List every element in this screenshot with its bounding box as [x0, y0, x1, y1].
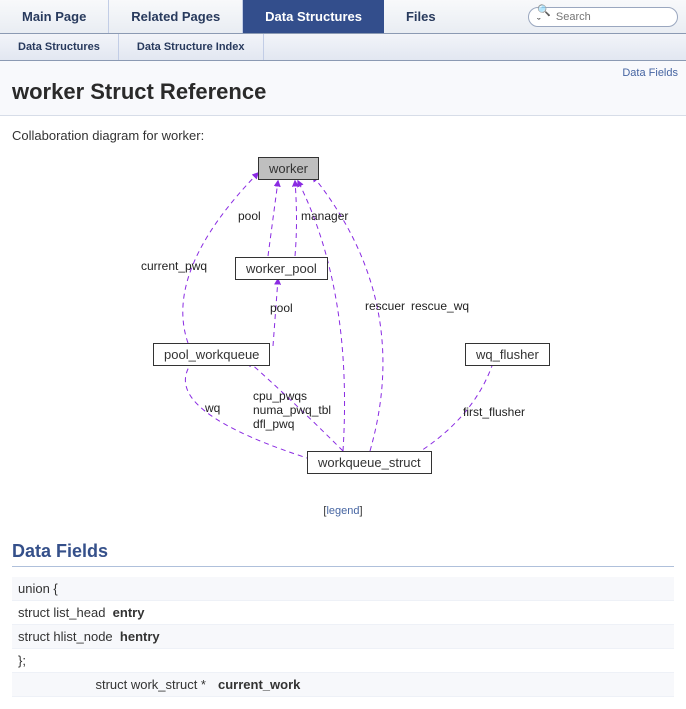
field-name-entry[interactable]: entry	[113, 605, 145, 620]
fields-table: union { struct list_head entry struct hl…	[12, 577, 674, 697]
data-fields-link[interactable]: Data Fields	[622, 67, 678, 79]
field-type: struct hlist_node	[18, 629, 113, 644]
node-pool-workqueue[interactable]: pool_workqueue	[153, 343, 270, 366]
tab-data-structures[interactable]: Data Structures	[243, 0, 384, 33]
subtab-data-structures[interactable]: Data Structures	[0, 34, 119, 60]
field-type: struct list_head	[18, 605, 105, 620]
tab-related-pages[interactable]: Related Pages	[109, 0, 243, 33]
tab-files[interactable]: Files	[384, 0, 458, 33]
table-row: struct list_head entry	[12, 601, 674, 625]
union-open: union {	[12, 577, 674, 601]
edge-cpu-pwqs: cpu_pwqs numa_pwq_tbl dfl_pwq	[253, 389, 331, 431]
diagram-intro: Collaboration diagram for worker:	[12, 128, 674, 143]
table-row: };	[12, 649, 674, 673]
edge-first-flusher: first_flusher	[463, 405, 525, 419]
field-name-current-work[interactable]: current_work	[212, 673, 674, 697]
edge-current-pwq: current_pwq	[141, 259, 207, 273]
node-worker[interactable]: worker	[258, 157, 319, 180]
sub-tabs: Data Structures Data Structure Index	[0, 34, 686, 61]
search-wrap: 🔍ˇ	[528, 0, 686, 33]
data-fields-heading: Data Fields	[12, 541, 674, 567]
node-workqueue-struct[interactable]: workqueue_struct	[307, 451, 432, 474]
edge-pool-2: pool	[270, 301, 293, 315]
content-area: Collaboration diagram for worker: worker	[0, 116, 686, 709]
search-box[interactable]: 🔍ˇ	[528, 7, 678, 27]
table-row: struct hlist_node hentry	[12, 625, 674, 649]
legend: [legend]	[12, 505, 674, 517]
collaboration-diagram: worker worker_pool pool_workqueue wq_flu…	[13, 151, 673, 501]
table-row: union {	[12, 577, 674, 601]
page-title: worker Struct Reference	[12, 79, 678, 105]
union-close: };	[12, 649, 674, 673]
field-name-hentry[interactable]: hentry	[120, 629, 160, 644]
table-row: struct work_struct * current_work	[12, 673, 674, 697]
search-input[interactable]	[556, 11, 669, 23]
node-wq-flusher[interactable]: wq_flusher	[465, 343, 550, 366]
edge-manager: manager	[301, 209, 348, 223]
edge-pool: pool	[238, 209, 261, 223]
node-worker-pool[interactable]: worker_pool	[235, 257, 328, 280]
field-type: struct work_struct *	[12, 673, 212, 697]
edge-rescuer: rescuer	[365, 299, 405, 313]
header-bar: Data Fields worker Struct Reference	[0, 61, 686, 116]
edge-rescue-wq: rescue_wq	[411, 299, 469, 313]
edge-wq: wq	[205, 401, 220, 415]
subtab-data-structure-index[interactable]: Data Structure Index	[119, 34, 264, 60]
tab-main-page[interactable]: Main Page	[0, 0, 109, 33]
main-tabs: Main Page Related Pages Data Structures …	[0, 0, 686, 34]
legend-close: ]	[360, 505, 363, 517]
search-icon: 🔍ˇ	[537, 4, 552, 29]
legend-link[interactable]: legend	[326, 505, 359, 517]
